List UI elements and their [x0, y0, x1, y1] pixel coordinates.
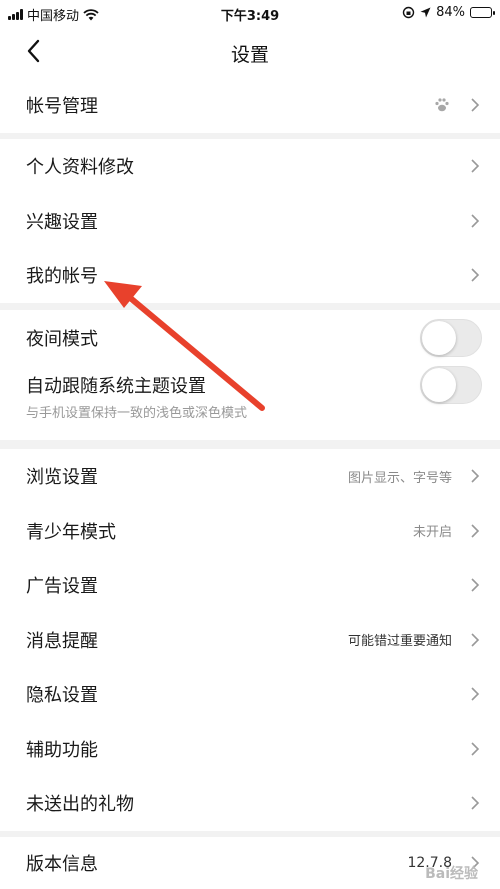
settings-row-teen-mode[interactable]: 青少年模式 未开启 [0, 504, 500, 559]
chevron-right-icon [471, 633, 480, 647]
chevron-right-icon [471, 214, 480, 228]
row-label: 隐私设置 [26, 685, 98, 707]
settings-row-ads[interactable]: 广告设置 [0, 558, 500, 613]
nav-bar: 设置 [0, 26, 500, 78]
chevron-right-icon [471, 98, 480, 112]
row-label: 未送出的礼物 [26, 794, 134, 816]
settings-row-follow-system-theme: 自动跟随系统主题设置 与手机设置保持一致的浅色或深色模式 [0, 366, 500, 440]
chevron-right-icon [471, 796, 480, 810]
chevron-right-icon [471, 469, 480, 483]
settings-row-notifications[interactable]: 消息提醒 可能错过重要通知 [0, 613, 500, 668]
settings-row-my-account[interactable]: 我的帐号 [0, 248, 500, 303]
row-value: 可能错过重要通知 [347, 634, 452, 650]
battery-icon [470, 7, 495, 18]
row-label: 广告设置 [26, 576, 98, 598]
group-theme: 夜间模式 自动跟随系统主题设置 与手机设置保持一致的浅色或深色模式 [0, 310, 500, 440]
row-label: 夜间模式 [26, 329, 98, 350]
orientation-lock-icon [402, 6, 415, 19]
location-icon [420, 7, 431, 18]
row-label: 帐号管理 [26, 96, 98, 118]
row-label: 个人资料修改 [26, 157, 134, 179]
row-label: 辅助功能 [26, 739, 98, 761]
row-value: 图片显示、字号等 [347, 470, 452, 486]
battery-percent: 84% [436, 5, 465, 20]
follow-system-theme-toggle[interactable] [420, 366, 482, 404]
group-account: 帐号管理 [0, 78, 500, 133]
settings-row-night-mode: 夜间模式 [0, 310, 500, 366]
row-value: 未开启 [412, 525, 452, 541]
watermark: Bai经验 [425, 866, 478, 882]
group-general: 浏览设置 图片显示、字号等 青少年模式 未开启 广告设置 消息提醒 可能错过重要… [0, 449, 500, 831]
row-label: 我的帐号 [26, 266, 98, 288]
settings-row-interests[interactable]: 兴趣设置 [0, 194, 500, 249]
toggle-knob [422, 321, 456, 355]
chevron-right-icon [471, 742, 480, 756]
chevron-right-icon [471, 687, 480, 701]
status-bar: 中国移动 下午3:49 84% [0, 0, 500, 26]
baidu-paw-icon [435, 98, 449, 112]
settings-row-accessibility[interactable]: 辅助功能 [0, 722, 500, 777]
chevron-right-icon [471, 268, 480, 282]
status-right: 84% [402, 5, 495, 20]
row-label: 自动跟随系统主题设置 [26, 376, 206, 397]
group-profile: 个人资料修改 兴趣设置 我的帐号 [0, 139, 500, 303]
chevron-right-icon [471, 524, 480, 538]
toggle-knob [422, 368, 456, 402]
row-label: 消息提醒 [26, 630, 98, 652]
row-label: 青少年模式 [26, 521, 116, 543]
chevron-right-icon [471, 578, 480, 592]
page-title: 设置 [230, 44, 269, 66]
night-mode-toggle[interactable] [420, 319, 482, 357]
chevron-right-icon [471, 159, 480, 173]
row-sub-label: 与手机设置保持一致的浅色或深色模式 [26, 406, 248, 421]
row-label: 版本信息 [26, 854, 98, 875]
settings-row-account-management[interactable]: 帐号管理 [0, 78, 500, 133]
settings-row-unsent-gifts[interactable]: 未送出的礼物 [0, 776, 500, 831]
settings-row-privacy[interactable]: 隐私设置 [0, 667, 500, 722]
row-label: 浏览设置 [26, 467, 98, 489]
row-label: 兴趣设置 [26, 211, 98, 233]
settings-row-profile-edit[interactable]: 个人资料修改 [0, 139, 500, 194]
settings-row-browse[interactable]: 浏览设置 图片显示、字号等 [0, 449, 500, 504]
